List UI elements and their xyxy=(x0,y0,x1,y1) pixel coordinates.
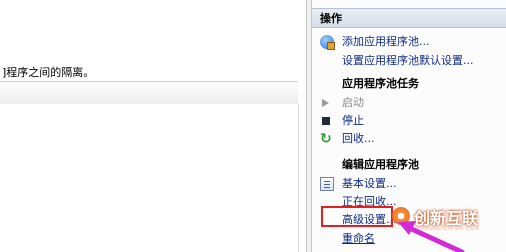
watermark-logo: 创新互联 CHUANG XIN HU LIAN xyxy=(392,204,504,234)
set-pool-defaults-action[interactable]: 设置应用程序池默认设置... xyxy=(312,52,506,70)
recycle-icon: ↻ xyxy=(320,131,332,147)
app-pool-list[interactable] xyxy=(0,104,299,252)
settings-icon xyxy=(320,177,334,191)
add-app-pool-label: 添加应用程序池... xyxy=(342,35,430,48)
basic-settings-action[interactable]: 基本设置... xyxy=(312,175,506,193)
start-label: 启动 xyxy=(342,96,364,109)
app-pool-tasks-heading: 应用程序池任务 xyxy=(342,77,419,90)
recycle-action[interactable]: ↻ 回收... xyxy=(312,130,506,148)
features-pane: ]程序之间的隔离。 xyxy=(0,0,306,252)
stop-action[interactable]: 停止 xyxy=(312,112,506,130)
actions-header: 操作 xyxy=(312,8,506,28)
watermark-subtitle: CHUANG XIN HU LIAN xyxy=(416,226,480,232)
play-icon xyxy=(322,99,329,107)
recycle-label: 回收... xyxy=(342,132,375,145)
stop-icon xyxy=(322,117,330,125)
stop-label: 停止 xyxy=(342,114,364,127)
list-column-header[interactable] xyxy=(0,81,298,105)
pool-description-text: ]程序之间的隔离。 xyxy=(2,66,95,79)
start-action[interactable]: 启动 xyxy=(312,94,506,112)
watermark-icon xyxy=(392,207,410,225)
rename-label: 重命名 xyxy=(342,232,375,245)
add-app-pool-icon xyxy=(320,35,335,50)
add-app-pool-action[interactable]: 添加应用程序池... xyxy=(312,33,506,51)
app-pool-tasks-section: 应用程序池任务 xyxy=(312,75,506,93)
edit-app-pool-section: 编辑应用程序池 xyxy=(312,156,506,174)
edit-app-pool-heading: 编辑应用程序池 xyxy=(342,158,419,171)
highlight-box xyxy=(321,206,393,227)
basic-settings-label: 基本设置... xyxy=(342,177,397,190)
set-pool-defaults-label: 设置应用程序池默认设置... xyxy=(342,54,474,67)
